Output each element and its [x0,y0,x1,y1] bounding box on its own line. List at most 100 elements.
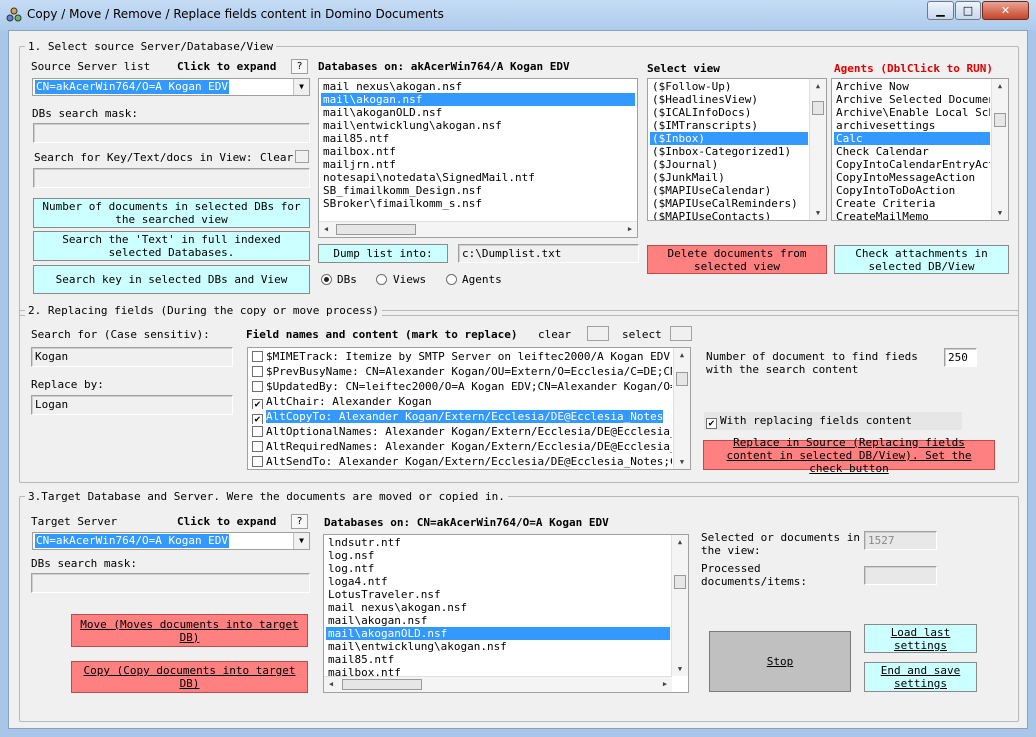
target-database-item[interactable]: LotusTraveler.nsf [326,588,670,601]
agent-item[interactable]: CopyIntoMessageAction [834,171,990,184]
view-item[interactable]: ($MAPIUseContacts) [650,210,808,220]
search-key-input[interactable] [33,168,310,188]
scroll-thumb[interactable] [994,113,1006,127]
clear-fields-button[interactable] [587,326,609,341]
scroll-left-icon[interactable]: ◀ [324,677,338,692]
save-settings-button[interactable]: End and save settings [864,662,977,692]
scroll-up-icon[interactable]: ▲ [674,348,690,362]
radio-dbs[interactable] [321,274,332,285]
target-database-item[interactable]: mail\entwicklung\akogan.nsf [326,640,670,653]
target-database-item[interactable]: lndsutr.ntf [326,536,670,549]
view-item[interactable]: ($Follow-Up) [650,80,808,93]
search-text-button[interactable]: Search the 'Text' in full indexed select… [33,231,310,261]
view-item[interactable]: ($MAPIUseCalReminders) [650,197,808,210]
view-item[interactable]: ($MAPIUseCalendar) [650,184,808,197]
dump-list-button[interactable]: Dump list into: [318,244,448,263]
source-database-item[interactable]: mail nexus\akogan.nsf [321,80,635,93]
num-docs-input[interactable]: 250 [944,348,977,367]
scroll-up-icon[interactable]: ▲ [992,79,1008,93]
scroll-thumb[interactable] [812,101,824,115]
source-database-item[interactable]: SBroker\fimailkomm_s.nsf [321,197,635,210]
target-database-item[interactable]: mail\akogan.nsf [326,614,670,627]
target-databases-list[interactable]: lndsutr.ntf log.nsf log.ntf loga4.ntf LotusT… [323,534,689,693]
scroll-right-icon[interactable]: ▶ [623,222,637,237]
checkbox-icon[interactable] [252,381,263,392]
agent-item[interactable]: archivesettings [834,119,990,132]
agent-item[interactable]: Archive Selected Documents [834,93,990,106]
field-row[interactable]: AltOptionalNames: Alexander Kogan/Extern… [250,424,672,439]
source-server-combo[interactable]: CN=akAcerWin764/O=A Kogan EDV ▼ [32,78,310,96]
replace-in-source-button[interactable]: Replace in Source (Replacing fields cont… [703,436,995,475]
checkbox-icon[interactable] [252,441,263,452]
select-fields-button[interactable] [670,326,692,341]
vertical-scrollbar[interactable]: ▲ ▼ [809,79,826,220]
stop-button[interactable]: Stop [709,631,851,692]
source-database-item[interactable]: SB_fimailkomm_Design.nsf [321,184,635,197]
check-attachments-button[interactable]: Check attachments in selected DB/View [834,245,1009,274]
maximize-button[interactable]: □ [955,1,981,20]
dump-path-input[interactable]: c:\Dumplist.txt [458,244,639,263]
vertical-scrollbar[interactable]: ▲ ▼ [673,348,690,469]
scroll-thumb[interactable] [336,224,416,235]
minimize-button[interactable]: ▁ [927,1,954,20]
checked-checkbox-icon[interactable]: ✔ [252,414,263,424]
checkbox-icon[interactable] [252,456,263,467]
chevron-down-icon[interactable]: ▼ [293,79,309,95]
scroll-down-icon[interactable]: ▼ [672,662,688,676]
agents-list[interactable]: Archive NowArchive Selected DocumentsArc… [831,78,1009,221]
agent-item[interactable]: CopyIntoCalendarEntryActio [834,158,990,171]
vertical-scrollbar[interactable]: ▲ ▼ [991,79,1008,220]
source-database-item[interactable]: notesapi\notedata\SignedMail.ntf [321,171,635,184]
target-database-item[interactable]: mail\akoganOLD.nsf [326,627,670,640]
agent-item[interactable]: CreateMailMemo [834,210,990,220]
source-database-item[interactable]: mail85.ntf [321,132,635,145]
dbs-search-mask-input[interactable] [33,123,310,143]
target-search-mask-input[interactable] [31,573,310,593]
view-item[interactable]: ($HeadlinesView) [650,93,808,106]
field-row[interactable]: $PrevBusyName: CN=Alexander Kogan/OU=Ext… [250,364,672,379]
horizontal-scrollbar[interactable]: ◀ ▶ [319,221,637,237]
field-row[interactable]: $MIMETrack: Itemize by SMTP Server on le… [250,349,672,364]
agent-item[interactable]: Calc [834,132,990,145]
help-button[interactable]: ? [291,514,308,529]
target-database-item[interactable]: loga4.ntf [326,575,670,588]
radio-views[interactable] [376,274,387,285]
field-row[interactable]: $UpdatedBy: CN=leiftec2000/O=A Kogan EDV… [250,379,672,394]
field-row[interactable]: ✔ AltChair: Alexander Kogan [250,394,672,409]
agent-item[interactable]: Create Criteria [834,197,990,210]
views-list[interactable]: ($Follow-Up) ($HeadlinesView) ($ICALInfoDo… [647,78,827,221]
help-button[interactable]: ? [291,59,308,74]
agent-item[interactable]: Archive Now [834,80,990,93]
chevron-down-icon[interactable]: ▼ [293,533,309,549]
field-row[interactable]: ✔ AltCopyTo: Alexander Kogan/Extern/Eccle… [250,409,672,424]
load-settings-button[interactable]: Load last settings [864,624,977,653]
scroll-right-icon[interactable]: ▶ [658,677,672,692]
target-database-item[interactable]: mail85.ntf [326,653,670,666]
agent-item[interactable]: Check Calendar [834,145,990,158]
agent-item[interactable]: Archive\Enable Local Sched [834,106,990,119]
checked-checkbox-icon[interactable]: ✔ [252,399,263,409]
close-button[interactable]: ✕ [982,1,1029,20]
source-database-item[interactable]: mail\entwicklung\akogan.nsf [321,119,635,132]
scroll-thumb[interactable] [674,575,686,589]
clear-search-button[interactable] [295,150,309,163]
scroll-thumb[interactable] [676,372,688,386]
view-item[interactable]: ($ICALInfoDocs) [650,106,808,119]
target-database-item[interactable]: log.ntf [326,562,670,575]
agent-item[interactable]: CopyIntoToDoAction [834,184,990,197]
view-item[interactable]: ($Journal) [650,158,808,171]
vertical-scrollbar[interactable]: ▲ ▼ [671,535,688,676]
copy-button[interactable]: Copy (Copy documents into target DB) [71,661,308,693]
view-item[interactable]: ($IMTranscripts) [650,119,808,132]
scroll-down-icon[interactable]: ▼ [674,455,690,469]
search-key-button[interactable]: Search key in selected DBs and View [33,265,310,294]
number-of-docs-button[interactable]: Number of documents in selected DBs for … [33,198,310,228]
target-database-item[interactable]: log.nsf [326,549,670,562]
fields-list[interactable]: $MIMETrack: Itemize by SMTP Server on le… [247,347,691,470]
scroll-down-icon[interactable]: ▼ [992,206,1008,220]
scroll-down-icon[interactable]: ▼ [810,206,826,220]
with-replacing-checkbox[interactable]: ✔ With replacing fields content [704,412,962,430]
radio-agents[interactable] [446,274,457,285]
source-databases-list[interactable]: mail nexus\akogan.nsf mail\akogan.nsf mail… [318,78,638,238]
scroll-up-icon[interactable]: ▲ [810,79,826,93]
